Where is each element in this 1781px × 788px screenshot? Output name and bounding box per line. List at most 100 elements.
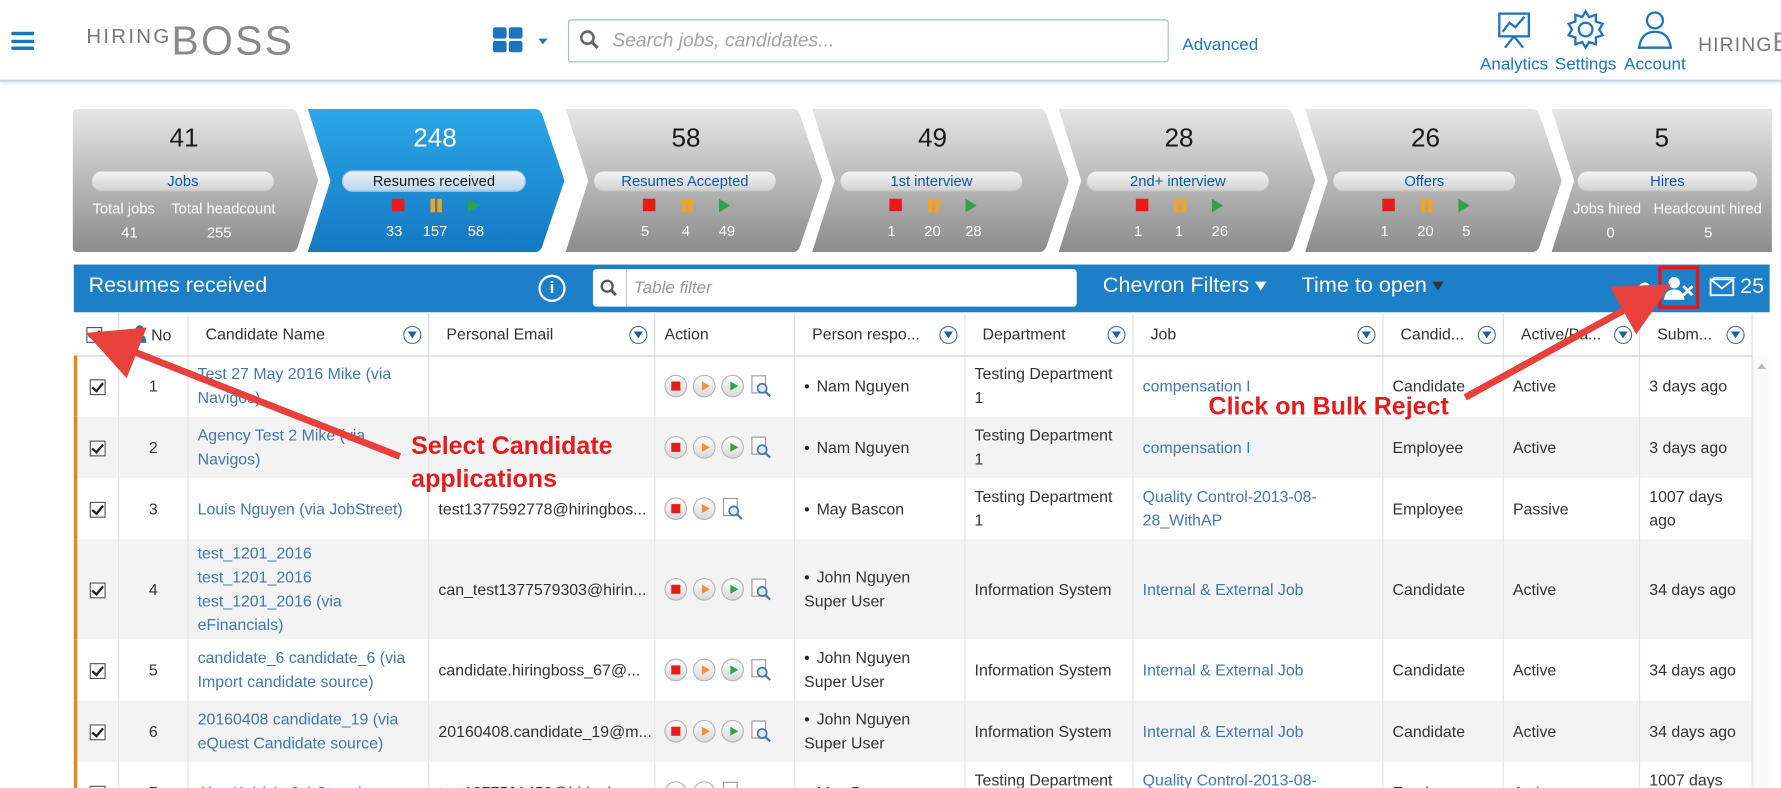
- time-to-open-dropdown[interactable]: Time to open: [1302, 274, 1444, 299]
- column-filter-icon[interactable]: [939, 325, 958, 345]
- table-row[interactable]: 2Agency Test 2 Mike (via Navigos) Nam Ngu…: [73, 416, 1753, 479]
- view-details-icon[interactable]: [750, 659, 773, 682]
- play-icon[interactable]: [1457, 198, 1470, 213]
- column-header-candidate-name[interactable]: Candidate Name: [187, 313, 430, 356]
- hiringboss-logo[interactable]: HIRING BOSS: [86, 17, 294, 64]
- column-header-submitted[interactable]: Subm...: [1639, 313, 1753, 356]
- candidate-name-link[interactable]: 20160408 candidate_19 (via eQuest Candid…: [187, 700, 430, 762]
- advance-action-icon[interactable]: [721, 719, 744, 743]
- table-scrollbar[interactable]: [1752, 356, 1769, 788]
- column-settings-gear-icon[interactable]: [1637, 280, 1653, 296]
- hold-action-icon[interactable]: [692, 719, 716, 743]
- row-checkbox-cell[interactable]: [73, 700, 120, 762]
- reject-action-icon[interactable]: [664, 658, 688, 682]
- chevron-label[interactable]: 1st interview: [839, 170, 1024, 192]
- play-icon[interactable]: [467, 198, 479, 213]
- menu-icon[interactable]: [11, 31, 35, 50]
- row-checkbox-cell[interactable]: [73, 539, 120, 640]
- candidate-name-link[interactable]: Agency Test 2 Mike (via Navigos): [187, 416, 430, 479]
- stop-icon[interactable]: [1381, 198, 1395, 212]
- chevron-filters-dropdown[interactable]: Chevron Filters: [1103, 274, 1267, 299]
- chevron-jobs[interactable]: 41 Jobs Total jobs Total headcount 41 255: [72, 109, 321, 253]
- reject-action-icon[interactable]: [664, 781, 688, 788]
- chevron-1st-interview[interactable]: 49 1st interview 1 20 28: [812, 109, 1069, 253]
- table-row[interactable]: 6 20160408 candidate_19 (via eQuest Candi…: [73, 700, 1753, 762]
- job-link[interactable]: Quality Control-2013-08-28_WithAP: [1133, 761, 1384, 788]
- play-icon[interactable]: [1211, 198, 1223, 213]
- chevron-label[interactable]: Hires: [1576, 170, 1759, 192]
- column-filter-icon[interactable]: [1477, 325, 1496, 345]
- column-filter-icon[interactable]: [403, 325, 422, 345]
- reject-action-icon[interactable]: [664, 374, 688, 398]
- row-checkbox[interactable]: [89, 724, 106, 741]
- column-header-no[interactable]: No: [118, 313, 189, 356]
- column-filter-icon[interactable]: [1726, 325, 1745, 345]
- apps-grid-icon[interactable]: [492, 27, 550, 57]
- account-nav[interactable]: Account: [1622, 9, 1688, 77]
- info-icon[interactable]: i: [538, 274, 566, 303]
- settings-nav[interactable]: Settings: [1554, 9, 1618, 77]
- candidate-name-link[interactable]: test_1201_2016 test_1201_2016 test_1201_…: [187, 539, 430, 640]
- hold-action-icon[interactable]: [692, 374, 716, 398]
- stop-icon[interactable]: [391, 198, 404, 212]
- advanced-search-link[interactable]: Advanced: [1182, 35, 1258, 54]
- table-row[interactable]: 4 test_1201_2016 test_1201_2016 test_1201…: [73, 539, 1753, 640]
- select-all-checkbox-cell[interactable]: [75, 313, 120, 356]
- chevron-label[interactable]: Resumes received: [341, 170, 526, 192]
- chevron-label[interactable]: Offers: [1332, 170, 1517, 192]
- job-link[interactable]: Quality Control-2013-08-28_WithAP: [1133, 478, 1384, 540]
- candidate-name-link[interactable]: Test 27 May 2016 Mike (via Navigos): [187, 355, 430, 417]
- row-checkbox-cell[interactable]: [73, 761, 120, 788]
- row-checkbox-cell[interactable]: [73, 355, 120, 417]
- advance-action-icon[interactable]: [721, 436, 744, 459]
- column-header-active-passive[interactable]: Active/Pa...: [1503, 313, 1641, 356]
- view-details-icon[interactable]: [750, 436, 773, 459]
- candidate-name-link[interactable]: Alex Kai (via JobStreet): [187, 761, 430, 788]
- chevron-label[interactable]: Resumes Accepted: [592, 170, 777, 192]
- mail-icon[interactable]: [1709, 277, 1736, 297]
- candidate-name-link[interactable]: candidate_6 candidate_6 (via Import cand…: [187, 639, 430, 701]
- column-header-job[interactable]: Job: [1133, 313, 1384, 356]
- analytics-nav[interactable]: Analytics: [1479, 9, 1549, 77]
- column-header-person-responsible[interactable]: Person respo...: [794, 313, 966, 356]
- job-link[interactable]: Internal & External Job: [1133, 700, 1384, 762]
- view-details-icon[interactable]: [750, 375, 773, 398]
- column-filter-icon[interactable]: [1107, 325, 1126, 345]
- stop-icon[interactable]: [888, 198, 902, 212]
- chevron-label[interactable]: Jobs: [90, 170, 275, 192]
- play-icon[interactable]: [964, 198, 977, 213]
- row-checkbox[interactable]: [89, 582, 106, 599]
- candidate-name-link[interactable]: Louis Nguyen (via JobStreet): [187, 478, 430, 540]
- job-link[interactable]: Internal & External Job: [1133, 639, 1384, 701]
- pause-icon[interactable]: [1173, 198, 1187, 213]
- row-checkbox-cell[interactable]: [73, 639, 120, 701]
- job-link[interactable]: Internal & External Job: [1133, 539, 1384, 640]
- hold-action-icon[interactable]: [692, 497, 716, 521]
- hold-action-icon[interactable]: [692, 658, 716, 682]
- table-filter[interactable]: [592, 269, 1077, 307]
- table-filter-input[interactable]: [633, 275, 1066, 299]
- pause-icon[interactable]: [429, 198, 443, 213]
- pause-icon[interactable]: [926, 198, 940, 213]
- advance-action-icon[interactable]: [721, 577, 744, 601]
- play-icon[interactable]: [718, 198, 730, 213]
- column-filter-icon[interactable]: [1357, 325, 1376, 345]
- column-header-department[interactable]: Department: [964, 313, 1134, 356]
- row-checkbox[interactable]: [89, 662, 106, 679]
- column-filter-icon[interactable]: [629, 325, 648, 345]
- column-header-personal-email[interactable]: Personal Email: [428, 313, 656, 356]
- view-details-icon[interactable]: [750, 578, 773, 601]
- chevron-label[interactable]: 2nd+ interview: [1085, 170, 1270, 192]
- global-search[interactable]: [567, 19, 1169, 63]
- row-checkbox-cell[interactable]: [73, 478, 120, 540]
- column-header-candidate-type[interactable]: Candid...: [1382, 313, 1504, 356]
- table-row[interactable]: 5 candidate_6 candidate_6 (via Import can…: [73, 639, 1753, 701]
- column-filter-icon[interactable]: [1614, 325, 1633, 345]
- chevron-resumes-accepted[interactable]: 58 Resumes Accepted 5 4 49: [565, 109, 823, 253]
- job-link[interactable]: compensation I: [1133, 416, 1384, 479]
- table-row[interactable]: 7Alex Kai (via JobStreet)test1377591458@…: [73, 761, 1753, 788]
- reject-action-icon[interactable]: [664, 719, 688, 743]
- reject-action-icon[interactable]: [664, 577, 688, 601]
- advance-action-icon[interactable]: [721, 658, 744, 682]
- view-details-icon[interactable]: [750, 720, 773, 743]
